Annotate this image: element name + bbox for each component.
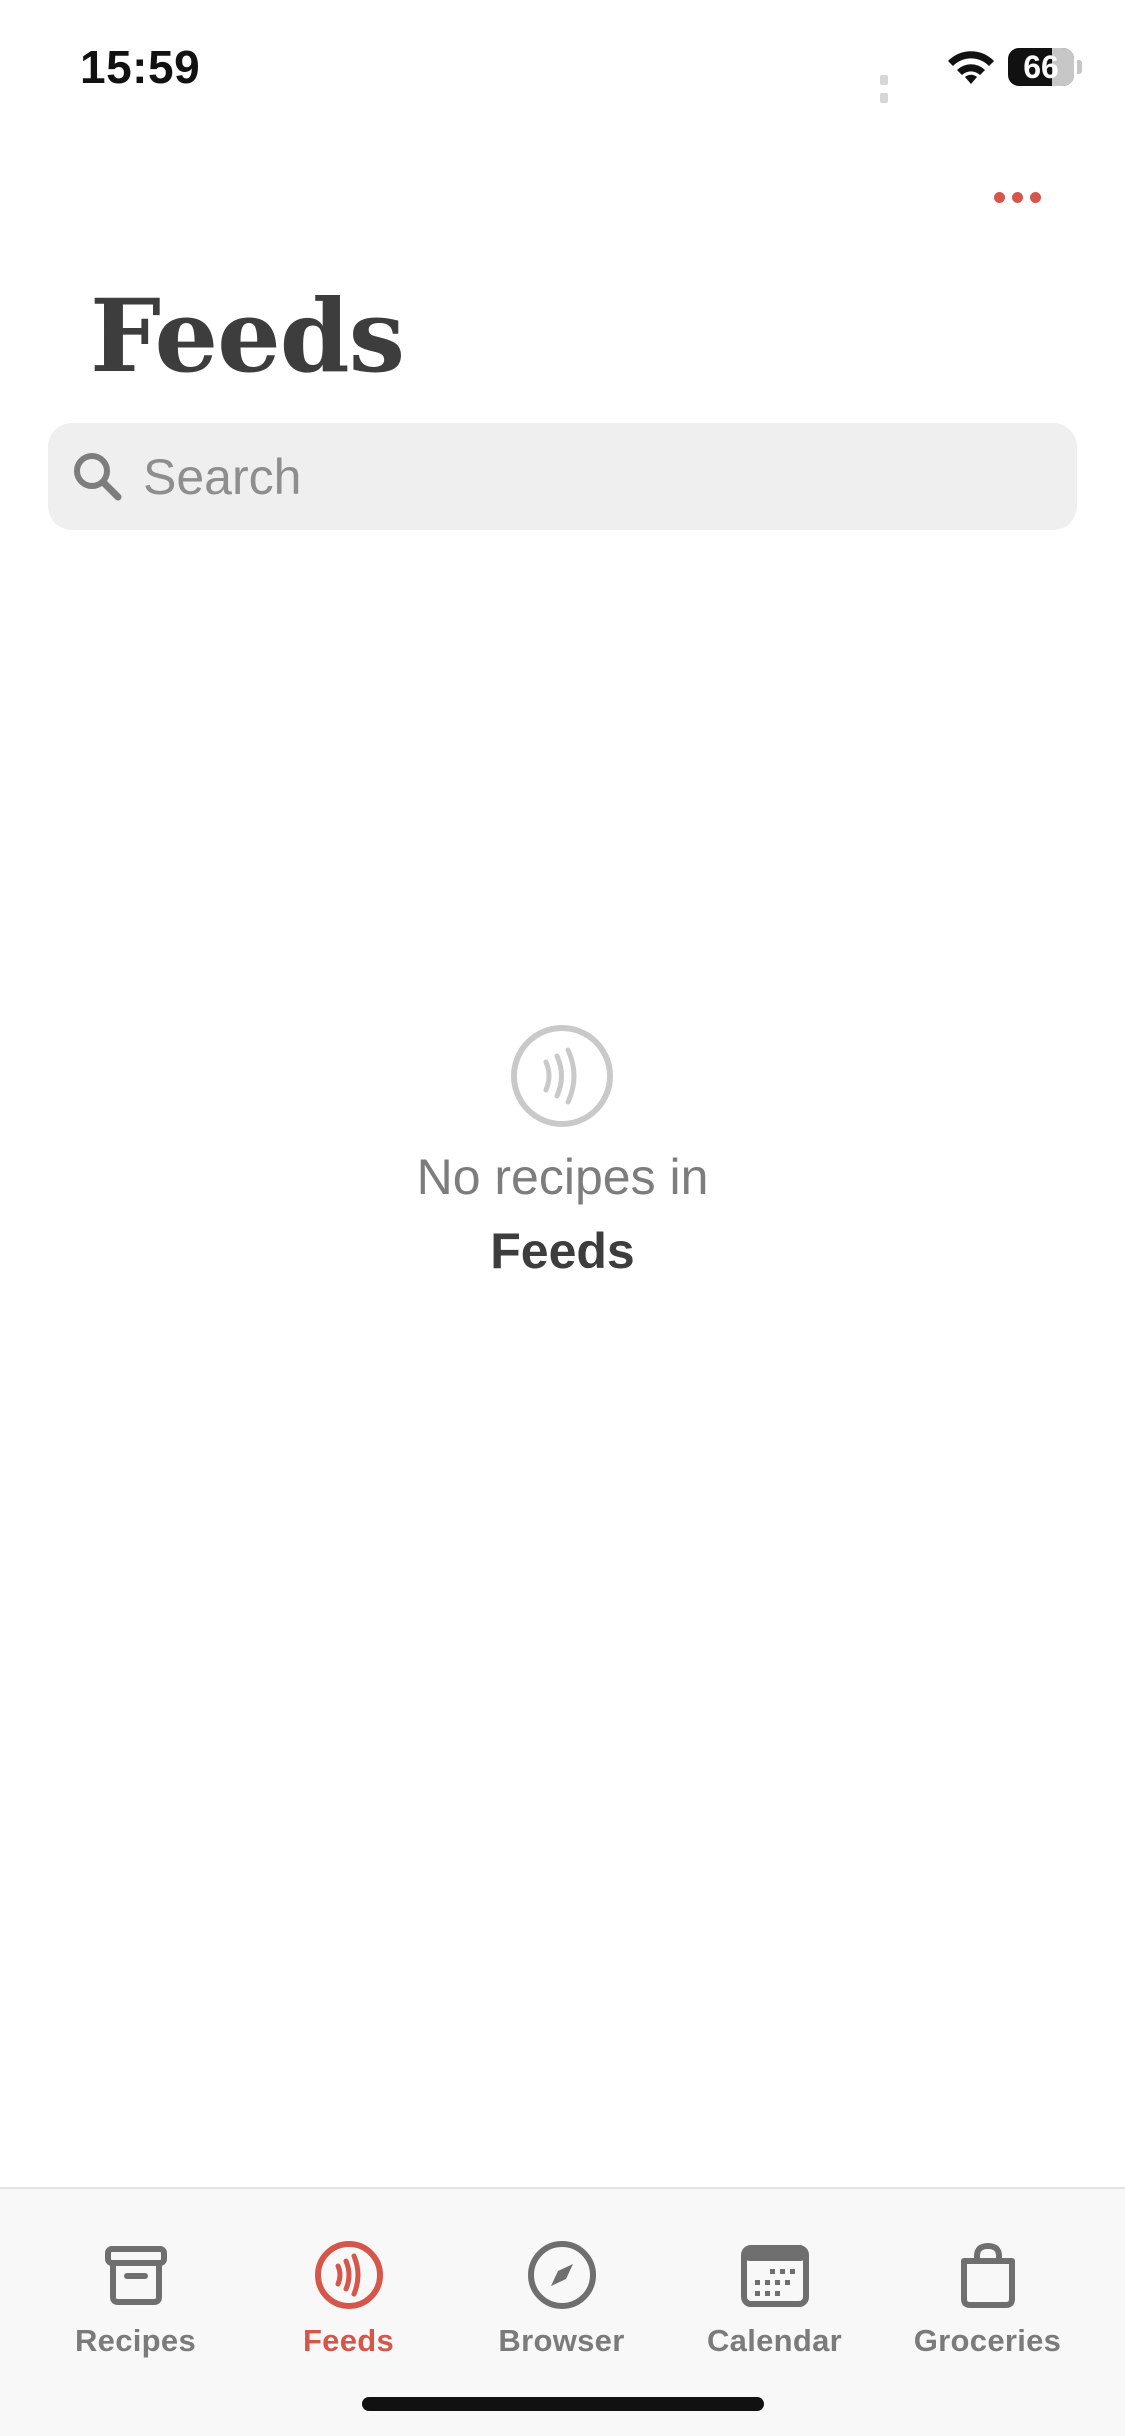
ellipsis-icon bbox=[994, 192, 1005, 203]
wifi-icon bbox=[948, 51, 994, 84]
feed-icon bbox=[511, 1025, 613, 1127]
battery-icon: 66 bbox=[1008, 48, 1074, 86]
tab-feeds[interactable]: Feeds bbox=[242, 2239, 455, 2369]
battery-level: 66 bbox=[1023, 49, 1059, 85]
compass-icon bbox=[527, 2241, 596, 2309]
search-input[interactable] bbox=[143, 423, 1043, 530]
tab-browser[interactable]: Browser bbox=[455, 2239, 668, 2369]
tab-label-feeds: Feeds bbox=[302, 2323, 395, 2358]
empty-state-collection: Feeds bbox=[490, 1223, 635, 1279]
search-bar[interactable] bbox=[48, 423, 1077, 530]
more-options-button[interactable] bbox=[994, 178, 1054, 218]
tab-calendar[interactable]: Calendar bbox=[668, 2239, 881, 2369]
status-bar: 15:59 66 bbox=[0, 0, 1125, 140]
calendar-icon bbox=[740, 2245, 809, 2307]
tab-label-recipes: Recipes bbox=[75, 2323, 196, 2358]
feeds-screen: 15:59 66 Feeds No recipes in Feeds bbox=[0, 0, 1125, 2436]
status-time: 15:59 bbox=[80, 41, 201, 93]
tab-groceries[interactable]: Groceries bbox=[881, 2239, 1094, 2369]
tab-recipes[interactable]: Recipes bbox=[29, 2239, 242, 2369]
empty-state-message: No recipes in bbox=[416, 1149, 709, 1205]
tab-label-calendar: Calendar bbox=[706, 2323, 843, 2358]
page-title: Feeds bbox=[90, 277, 405, 395]
home-indicator[interactable] bbox=[362, 2397, 764, 2411]
shopping-bag-icon bbox=[960, 2242, 1015, 2308]
search-icon bbox=[74, 453, 122, 501]
battery-cap bbox=[1077, 60, 1082, 74]
feed-icon bbox=[314, 2241, 383, 2309]
tab-label-browser: Browser bbox=[498, 2323, 625, 2358]
signal-icon bbox=[880, 72, 920, 103]
tab-label-groceries: Groceries bbox=[913, 2323, 1062, 2358]
archive-box-icon bbox=[104, 2246, 167, 2305]
